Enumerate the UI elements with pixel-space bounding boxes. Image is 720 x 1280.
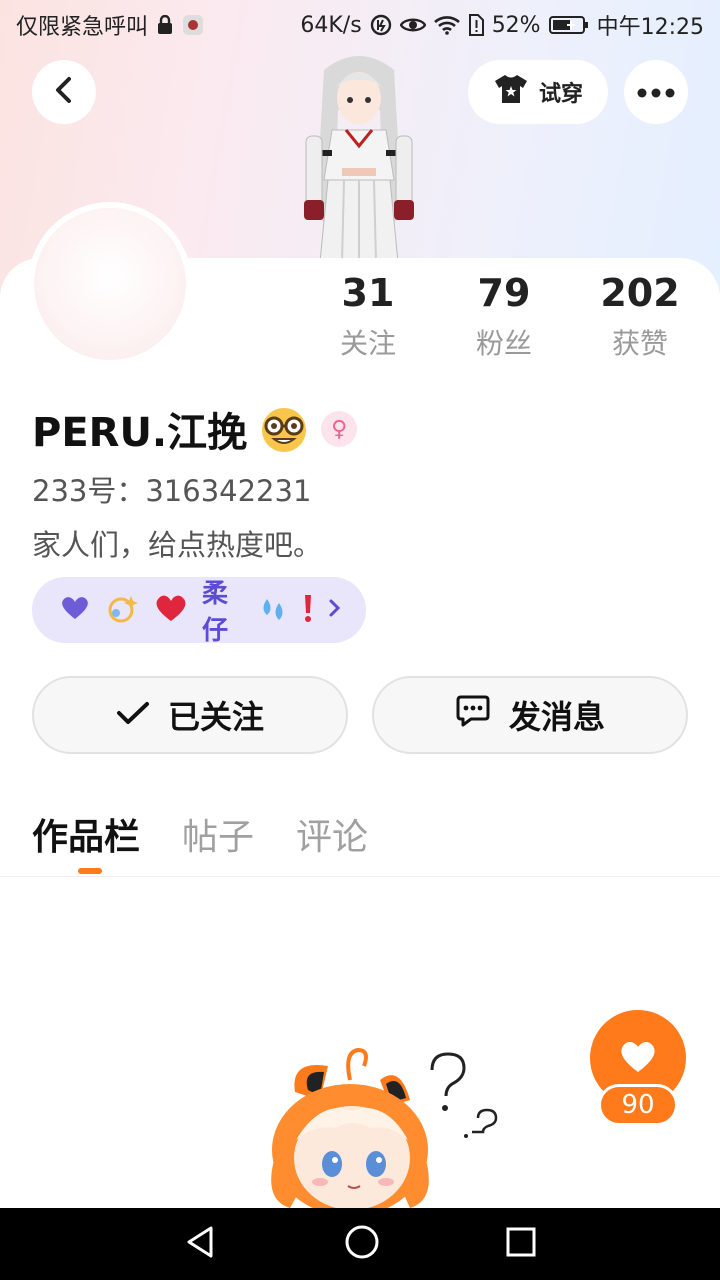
chat-bubble-icon [455,694,491,736]
checkmark-icon [116,696,150,734]
stat-label: 获赞 [611,327,668,360]
lock-icon [156,15,174,35]
app-notification-icon [182,14,204,36]
profile-tabs: 作品栏 帖子 评论 [32,808,368,860]
stat-following[interactable]: 31 关注 [300,270,436,362]
battery-percent: 52% [491,12,541,38]
nav-back-icon[interactable] [183,1224,219,1264]
username-row: PERU.江挽 ♀ [32,400,358,458]
like-count-badge: 90 [598,1084,678,1126]
avatar-character-figure [284,50,434,263]
system-navigation-bar [0,1208,720,1280]
purple-heart-icon [58,595,92,625]
nav-home-icon[interactable] [344,1224,380,1264]
stat-label: 粉丝 [475,327,532,360]
stat-value: 79 [477,271,531,315]
tab-posts[interactable]: 帖子 [182,808,254,860]
nav-recents-icon[interactable] [505,1226,537,1262]
avatar[interactable] [34,208,186,360]
tshirt-icon [493,73,529,111]
tab-comments[interactable]: 评论 [296,808,368,860]
following-button[interactable]: 已关注 [32,676,348,754]
chevron-right-icon [328,595,342,625]
carrier-text: 仅限紧急呼叫 [16,15,149,40]
stat-followers[interactable]: 79 粉丝 [436,270,572,362]
stat-value: 31 [341,271,395,315]
user-id: 233号：316342231 [32,474,312,508]
clock: 中午12:25 [596,15,704,40]
active-tab-indicator [78,868,102,874]
network-speed: 64K/s [300,12,362,38]
battery-icon [548,15,589,35]
status-bar: 仅限紧急呼叫 64K/s 52% 中午12:25 [0,0,720,50]
exclamation-icon [302,593,314,627]
family-group-badge[interactable]: 柔仔 [32,577,366,646]
send-message-label: 发消息 [508,698,605,736]
tab-works[interactable]: 作品栏 [32,808,140,860]
eye-comfort-icon [399,16,426,34]
red-heart-icon [154,593,188,627]
data-saver-icon [370,14,392,36]
wifi-icon [433,15,460,35]
family-name: 柔仔 [202,579,229,646]
sweat-drops-icon [258,593,288,627]
profile-stats: 31 关注 79 粉丝 202 获赞 [300,270,720,362]
bio: 家人们，给点热度吧。 [32,528,323,562]
back-button[interactable] [32,60,96,124]
sim-alert-icon [468,14,484,36]
more-options-button[interactable] [624,60,688,124]
heart-icon [618,1038,658,1078]
try-on-button[interactable]: 试穿 [468,60,608,124]
send-message-button[interactable]: 发消息 [372,676,688,754]
stat-likes[interactable]: 202 获赞 [572,270,708,362]
username: PERU.江挽 [32,410,248,456]
tab-divider [0,876,720,877]
empty-state-mascot-illustration [240,1040,510,1216]
try-on-label: 试穿 [538,82,583,107]
more-dots-icon [637,83,675,102]
female-gender-icon: ♀ [321,411,358,447]
stat-label: 关注 [339,327,396,360]
following-label: 已关注 [167,698,264,736]
chevron-left-icon [52,76,76,108]
stat-value: 202 [600,271,680,315]
nerd-face-emoji-icon [259,405,309,453]
sparkle-icon [106,593,140,627]
